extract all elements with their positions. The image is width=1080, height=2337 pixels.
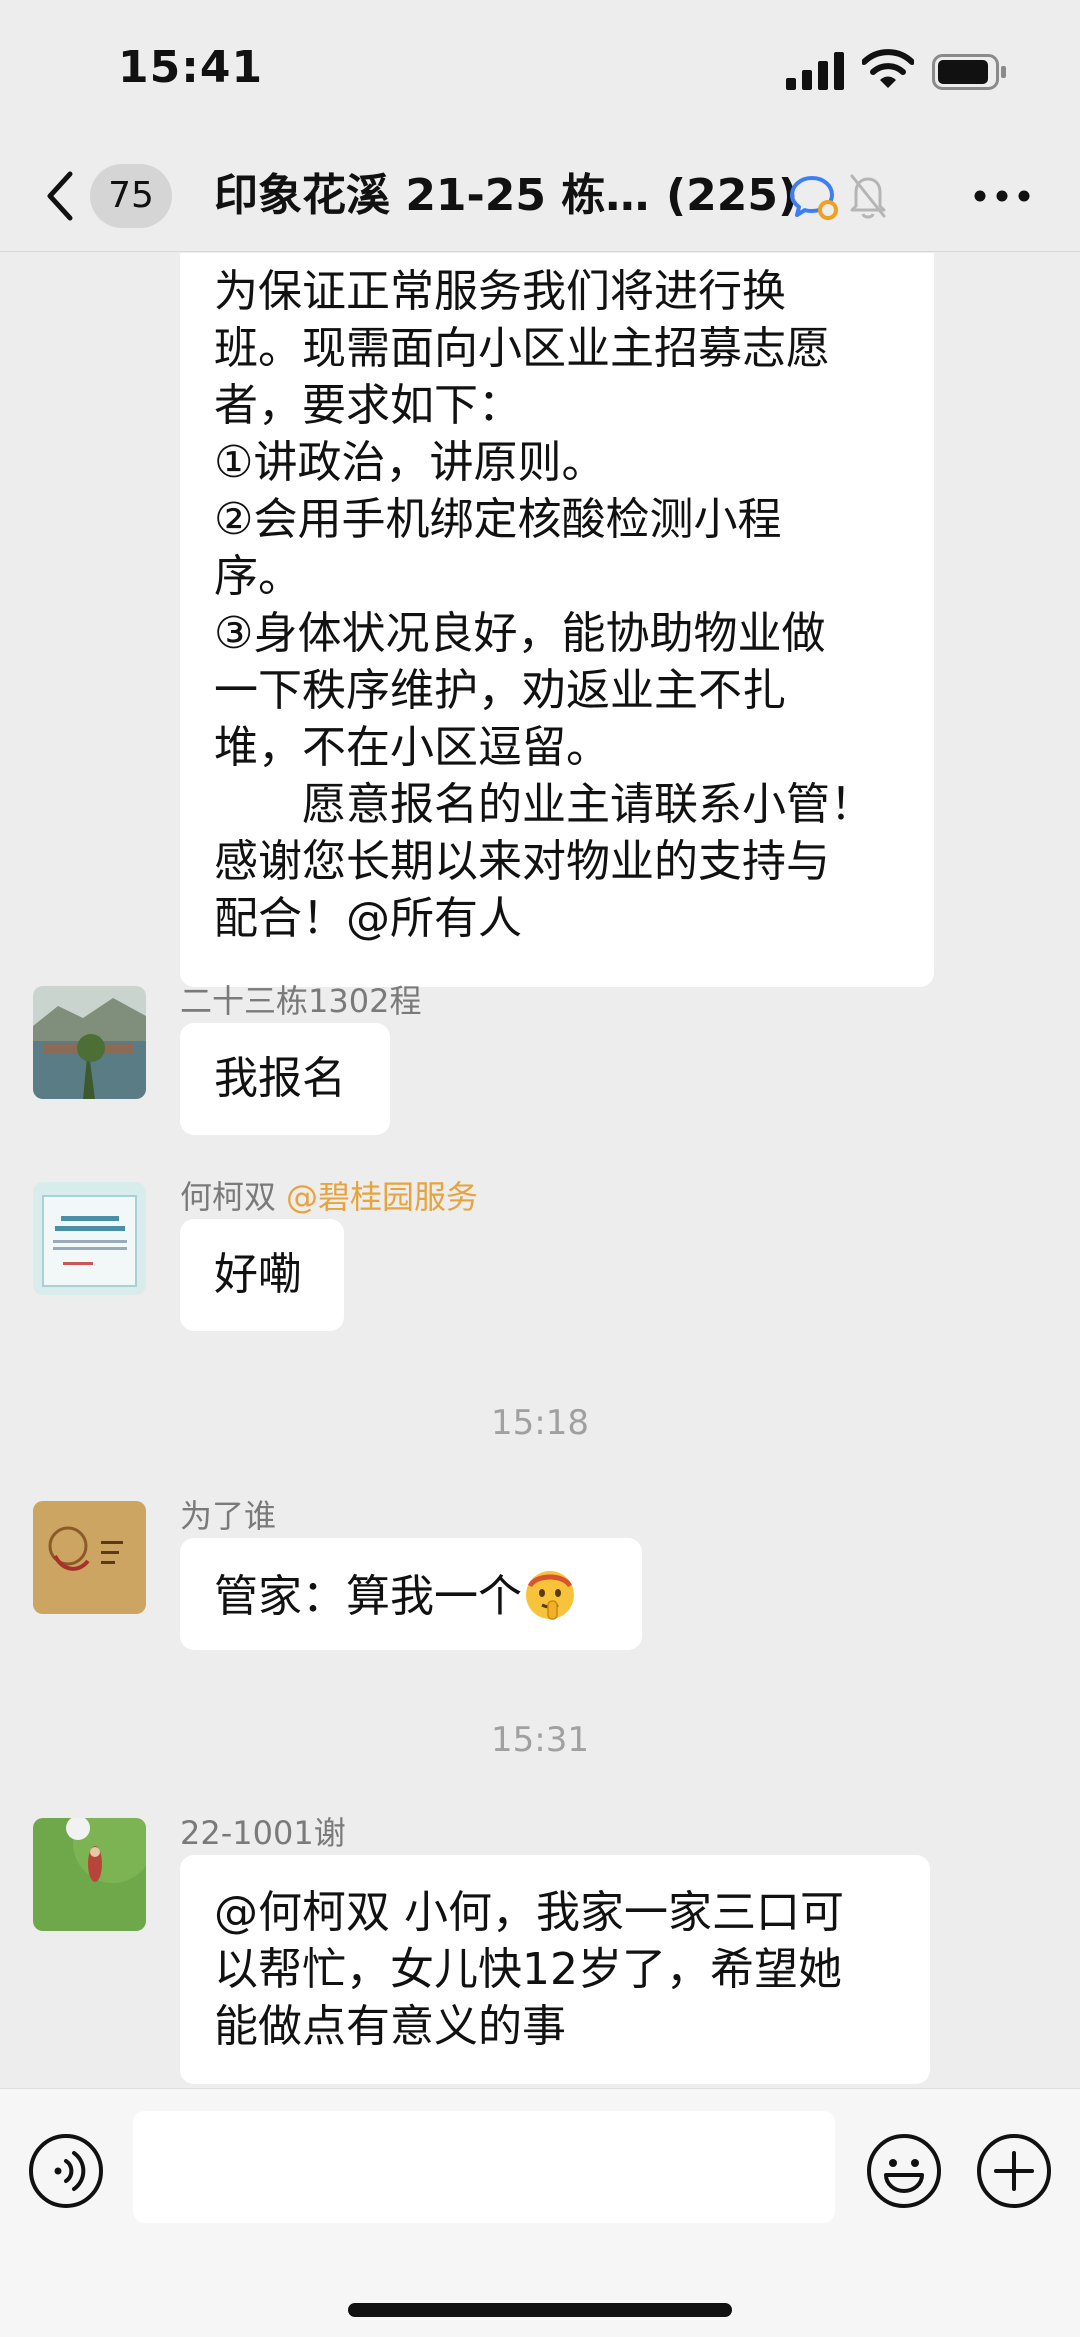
message-text: 好嘞 xyxy=(214,1249,302,1300)
message-bubble[interactable]: 管家：算我一个 xyxy=(180,1538,642,1650)
avatar-sender-1302[interactable] xyxy=(33,986,146,1099)
avatar-image xyxy=(33,986,146,1099)
voice-icon[interactable] xyxy=(28,2133,104,2209)
shushing-face-emoji-icon xyxy=(526,1571,574,1620)
chat-header: 75 印象花溪 21-25 栋… (225) xyxy=(0,140,1080,252)
enterprise-chat-icon xyxy=(790,176,838,220)
timestamp: 15:31 xyxy=(491,1720,589,1760)
unread-count-badge[interactable]: 75 xyxy=(90,164,172,228)
member-count: (225) xyxy=(666,170,799,221)
message-text: 我报名 xyxy=(214,1053,346,1104)
sender-name: 何柯双 @碧桂园服务 xyxy=(180,1172,478,1218)
emoji-icon[interactable] xyxy=(866,2133,942,2209)
home-indicator[interactable] xyxy=(348,2303,732,2317)
avatar-sender-weileshui[interactable] xyxy=(33,1501,146,1614)
avatar-image xyxy=(33,1818,146,1931)
avatar-sender-22-1001[interactable] xyxy=(33,1818,146,1931)
status-time: 15:41 xyxy=(118,42,264,93)
chevron-left-icon[interactable] xyxy=(40,166,80,226)
sender-name: 为了谁 xyxy=(180,1497,277,1535)
bell-off-icon xyxy=(850,174,886,219)
status-bar: 15:41 xyxy=(0,0,1080,140)
sender-org-tag: @碧桂园服务 xyxy=(286,1178,479,1216)
message-text: 为保证正常服务我们将进行换 班。现需面向小区业主招募志愿 者，要求如下： ①讲政… xyxy=(214,266,874,944)
plus-icon[interactable] xyxy=(976,2133,1052,2209)
message-bubble[interactable]: 好嘞 xyxy=(180,1219,344,1331)
message-bubble[interactable]: 我报名 xyxy=(180,1023,390,1135)
avatar-image xyxy=(33,1182,146,1295)
sender-name-text: 何柯双 xyxy=(180,1178,277,1216)
timestamp: 15:18 xyxy=(491,1403,589,1443)
message-bubble[interactable]: @何柯双 小何，我家一家三口可 以帮忙，女儿快12岁了，希望她 能做点有意义的事 xyxy=(180,1855,930,2084)
input-bar xyxy=(0,2088,1080,2337)
message-list[interactable]: 为保证正常服务我们将进行换 班。现需面向小区业主招募志愿 者，要求如下： ①讲政… xyxy=(0,253,1080,2088)
more-dots-icon[interactable] xyxy=(972,184,1032,208)
avatar-sender-hekeshuang[interactable] xyxy=(33,1182,146,1295)
wifi-icon xyxy=(862,49,914,88)
chat-screen: 15:41 75 印象花溪 21-25 栋… (225) 为保证正常服务我们将进… xyxy=(0,0,1080,2337)
battery-icon xyxy=(932,54,1006,90)
sender-name: 22-1001谢 xyxy=(180,1814,346,1852)
message-text: 管家：算我一个 xyxy=(214,1571,522,1622)
message-bubble-announcement[interactable]: 为保证正常服务我们将进行换 班。现需面向小区业主招募志愿 者，要求如下： ①讲政… xyxy=(180,253,934,987)
sender-name: 二十三栋1302程 xyxy=(180,982,422,1020)
message-input[interactable] xyxy=(133,2111,835,2223)
message-text: @何柯双 小何，我家一家三口可 以帮忙，女儿快12岁了，希望她 能做点有意义的事 xyxy=(214,1887,844,2052)
avatar-image xyxy=(33,1501,146,1614)
cellular-signal-icon xyxy=(786,52,844,90)
